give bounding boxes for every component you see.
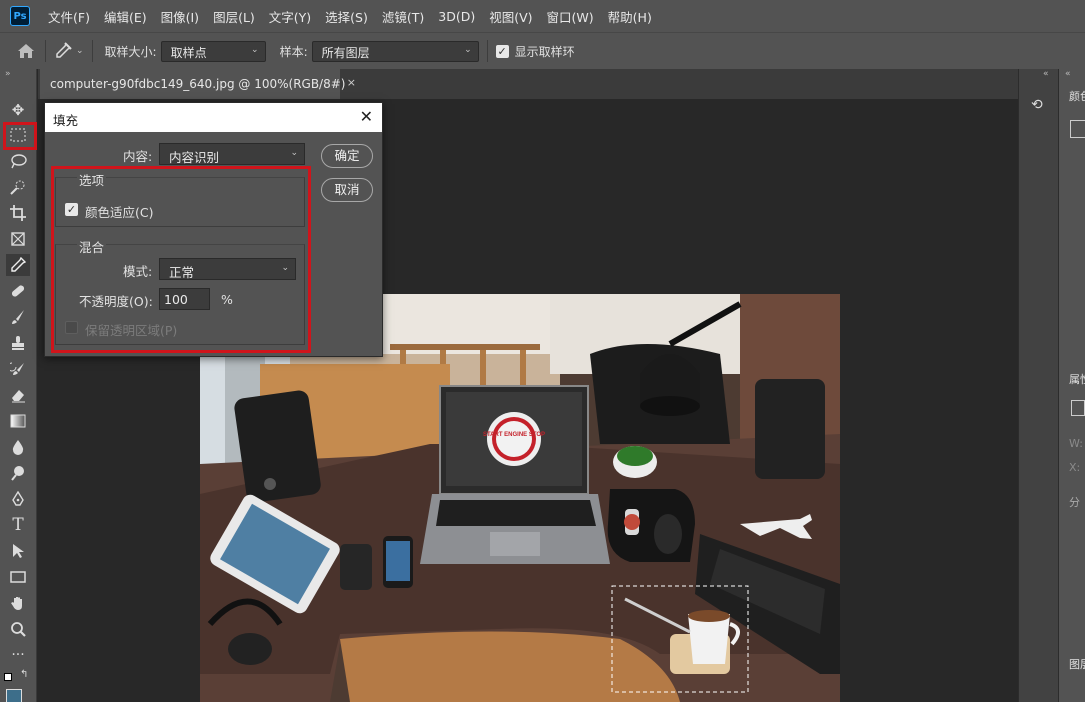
default-colors-icon[interactable] xyxy=(4,673,12,681)
right-panels: « 颜色 属性 W: X: 分 图层 xyxy=(1058,69,1085,702)
layers-panel-label[interactable]: 图层 xyxy=(1069,656,1085,672)
color-swatch[interactable] xyxy=(1070,120,1085,138)
collapse-icon[interactable]: « xyxy=(1065,69,1071,79)
frame-icon[interactable] xyxy=(6,228,30,250)
properties-icon xyxy=(1071,400,1085,416)
menu-3d[interactable]: 3D(D) xyxy=(431,9,482,24)
zoom-icon[interactable] xyxy=(6,618,30,640)
lasso-icon[interactable] xyxy=(6,150,30,172)
close-tab-icon[interactable]: × xyxy=(347,76,356,89)
foreground-color[interactable] xyxy=(6,689,22,702)
document-title: computer-g90fdbc149_640.jpg @ 100%(RGB/8… xyxy=(50,77,346,91)
chevron-down-icon: ⌄ xyxy=(251,44,259,55)
menu-window[interactable]: 窗口(W) xyxy=(540,7,601,26)
menu-filter[interactable]: 滤镜(T) xyxy=(375,7,431,26)
eyedropper-preset-icon[interactable]: ⌄ xyxy=(54,42,84,60)
menu-select[interactable]: 选择(S) xyxy=(318,7,375,26)
hand-icon[interactable] xyxy=(6,592,30,614)
cancel-button[interactable]: 取消 xyxy=(321,178,373,202)
width-label: W: xyxy=(1069,437,1083,450)
document-tab-bar: computer-g90fdbc149_640.jpg @ 100%(RGB/8… xyxy=(38,69,1018,99)
show-ring-checkbox[interactable]: ✓ xyxy=(495,44,509,58)
menu-help[interactable]: 帮助(H) xyxy=(601,7,659,26)
color-panel-label[interactable]: 颜色 xyxy=(1069,88,1085,104)
menu-file[interactable]: 文件(F) xyxy=(41,7,97,26)
sample-size-label: 取样大小: xyxy=(104,44,157,59)
sample-select[interactable]: 所有图层 ⌄ xyxy=(311,40,479,62)
marquee-highlight xyxy=(3,122,37,150)
crop-icon[interactable] xyxy=(6,202,30,224)
swap-colors-icon[interactable]: ↰ xyxy=(20,669,28,680)
healing-icon[interactable] xyxy=(6,280,30,302)
content-select[interactable]: 内容识别 ⌄ xyxy=(159,143,305,165)
chevron-down-icon: ⌄ xyxy=(464,44,472,55)
content-label: 内容: xyxy=(123,149,153,164)
separator xyxy=(486,40,488,62)
history-brush-icon[interactable] xyxy=(6,358,30,380)
sample-label: 样本: xyxy=(279,44,308,59)
panel-dock-strip: « ⟲ xyxy=(1018,69,1058,702)
color-swatches[interactable]: ↰ xyxy=(4,669,32,702)
menu-edit[interactable]: 编辑(E) xyxy=(97,7,154,26)
menu-type[interactable]: 文字(Y) xyxy=(262,7,318,26)
divide-label: 分 xyxy=(1069,496,1080,509)
x-label: X: xyxy=(1069,461,1081,474)
document-tab[interactable]: computer-g90fdbc149_640.jpg @ 100%(RGB/8… xyxy=(40,69,356,99)
tools-panel: » ✥ T ··· ↰ xyxy=(0,69,37,702)
eyedropper-icon[interactable] xyxy=(6,254,30,276)
options-bar: ⌄ 取样大小: 取样点 ⌄ 样本: 所有图层 ⌄ ✓ 显示取样环 xyxy=(0,32,1085,69)
dialog-title: 填充 xyxy=(53,113,79,128)
options-highlight xyxy=(51,166,311,353)
sample-size-select[interactable]: 取样点 ⌄ xyxy=(160,40,266,62)
blur-icon[interactable] xyxy=(6,436,30,458)
type-icon[interactable]: T xyxy=(6,514,30,536)
photoshop-logo: Ps xyxy=(10,6,30,26)
content-value: 内容识别 xyxy=(169,150,220,165)
dialog-titlebar[interactable]: 填充 ✕ xyxy=(45,103,382,132)
menu-bar: Ps 文件(F) 编辑(E) 图像(I) 图层(L) 文字(Y) 选择(S) 滤… xyxy=(0,0,1085,32)
menu-image[interactable]: 图像(I) xyxy=(154,7,206,26)
dodge-icon[interactable] xyxy=(6,462,30,484)
ok-button[interactable]: 确定 xyxy=(321,144,373,168)
pen-icon[interactable] xyxy=(6,488,30,510)
path-select-icon[interactable] xyxy=(6,540,30,562)
collapse-icon[interactable]: » xyxy=(5,69,11,79)
rectangle-icon[interactable] xyxy=(6,566,30,588)
home-icon[interactable] xyxy=(15,43,37,59)
close-icon[interactable]: ✕ xyxy=(360,107,373,126)
show-ring-label: 显示取样环 xyxy=(514,44,575,59)
chevron-down-icon: ⌄ xyxy=(76,46,84,56)
start-stop-sign: START ENGINE STOP xyxy=(483,432,545,438)
stamp-icon[interactable] xyxy=(6,332,30,354)
sample-size-value: 取样点 xyxy=(170,45,207,60)
expand-panels-icon[interactable]: « xyxy=(1043,69,1049,79)
chevron-down-icon: ⌄ xyxy=(290,148,298,158)
move-icon[interactable]: ✥ xyxy=(6,99,30,121)
history-panel-icon[interactable]: ⟲ xyxy=(1031,97,1049,115)
quick-select-icon[interactable] xyxy=(6,176,30,198)
photoshop-window: Ps 文件(F) 编辑(E) 图像(I) 图层(L) 文字(Y) 选择(S) 滤… xyxy=(0,0,1085,702)
menu-layer[interactable]: 图层(L) xyxy=(206,7,262,26)
eraser-icon[interactable] xyxy=(6,384,30,406)
more-icon[interactable]: ··· xyxy=(6,644,30,666)
separator xyxy=(45,40,46,62)
brush-icon[interactable] xyxy=(6,306,30,328)
gradient-icon[interactable] xyxy=(6,410,30,432)
menu-view[interactable]: 视图(V) xyxy=(482,7,539,26)
sample-value: 所有图层 xyxy=(321,45,370,60)
properties-panel-label[interactable]: 属性 xyxy=(1069,371,1085,387)
separator xyxy=(91,40,93,62)
